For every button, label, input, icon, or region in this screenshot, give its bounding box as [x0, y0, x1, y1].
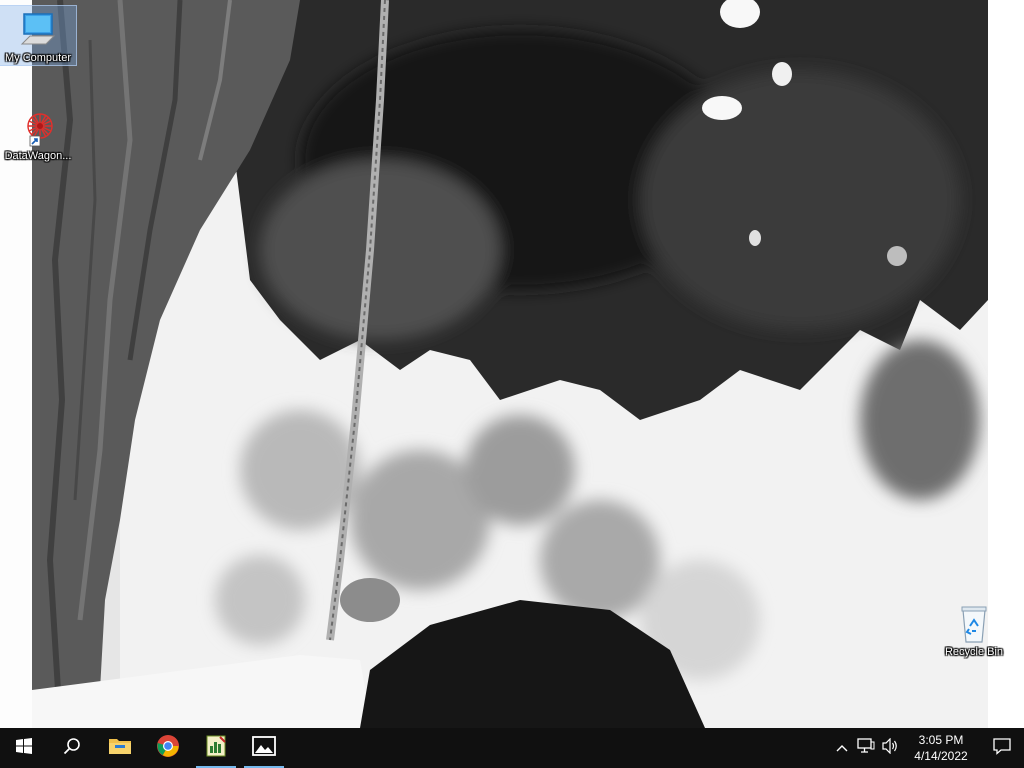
monitor-icon	[18, 10, 58, 50]
chevron-up-icon	[836, 739, 848, 757]
start-button[interactable]	[0, 728, 48, 768]
network-icon	[857, 737, 875, 759]
desktop-icon-label: DataWagon...	[4, 150, 72, 162]
desktop-icon-label: Recycle Bin	[944, 646, 1004, 658]
clock-date: 4/14/2022	[914, 749, 968, 763]
windows-start-icon	[16, 737, 32, 759]
tray-network-button[interactable]	[854, 728, 878, 768]
notification-icon	[993, 737, 1011, 760]
recycle-bin-icon	[954, 604, 994, 644]
volume-icon	[881, 737, 899, 759]
folder-icon	[108, 736, 132, 761]
tray-volume-button[interactable]	[878, 728, 902, 768]
search-icon	[63, 737, 81, 760]
photos-icon	[252, 735, 276, 761]
desktop-icon-my-computer[interactable]: My Computer	[0, 5, 77, 66]
taskbar-notepad-app[interactable]	[192, 728, 240, 768]
desktop-wallpaper	[0, 0, 1024, 728]
system-tray: 3:05 PM 4/14/2022	[830, 728, 1024, 768]
taskbar-file-explorer[interactable]	[96, 728, 144, 768]
desktop-icon-label: My Computer	[4, 52, 72, 64]
wallpaper-image	[32, 0, 1024, 728]
clock-time: 3:05 PM	[918, 733, 964, 747]
datawagon-icon	[18, 108, 58, 148]
search-button[interactable]	[48, 728, 96, 768]
desktop-icon-recycle-bin[interactable]: Recycle Bin	[936, 600, 1012, 659]
taskbar-photos[interactable]	[240, 728, 288, 768]
tray-overflow-button[interactable]	[830, 728, 854, 768]
taskbar-chrome[interactable]	[144, 728, 192, 768]
desktop-icon-datawagon[interactable]: DataWagon...	[0, 104, 76, 163]
taskbar-clock[interactable]: 3:05 PM 4/14/2022	[902, 728, 980, 768]
taskbar: 3:05 PM 4/14/2022	[0, 728, 1024, 768]
chart-notepad-icon	[204, 734, 228, 763]
chrome-icon	[156, 734, 180, 763]
action-center-button[interactable]	[980, 728, 1024, 768]
